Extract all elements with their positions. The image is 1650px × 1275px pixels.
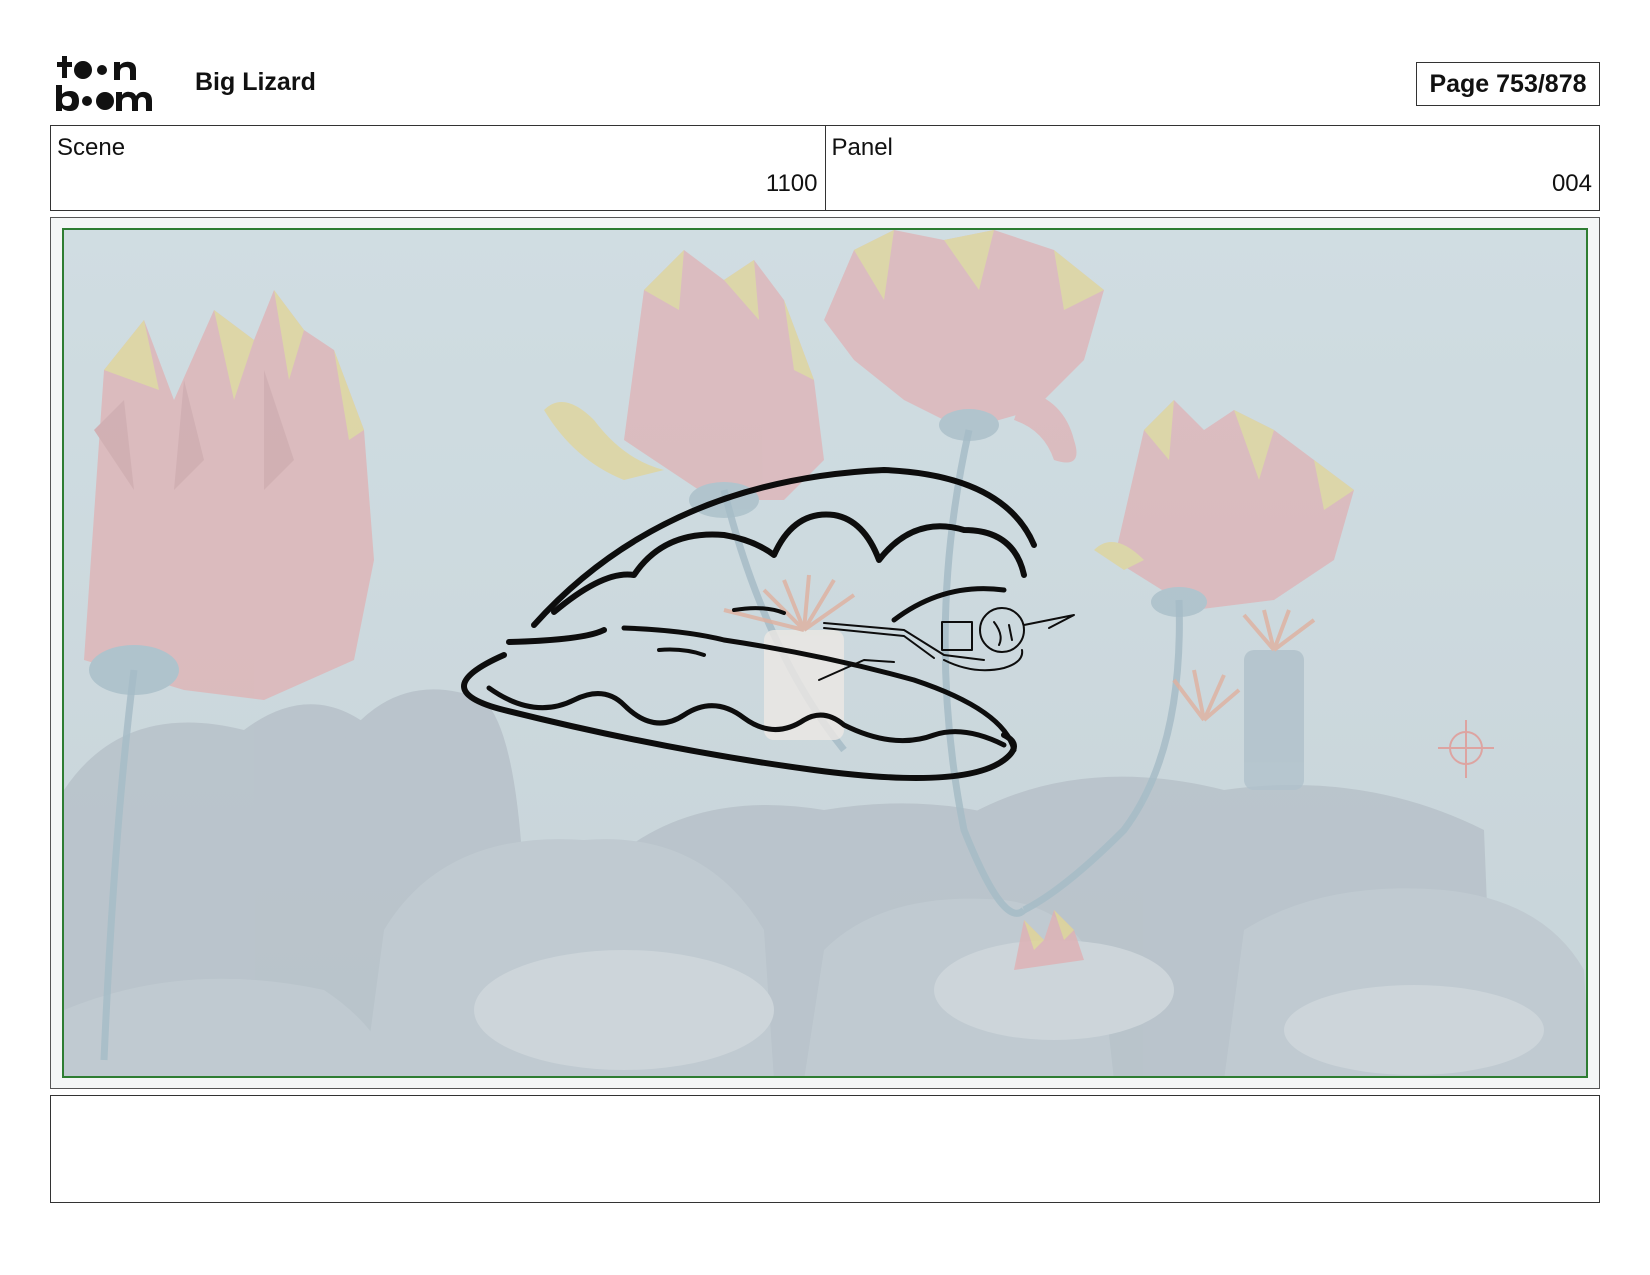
storyboard-frame — [50, 217, 1600, 1089]
panel-notes-box[interactable] — [50, 1095, 1600, 1203]
panel-cell: Panel 004 — [824, 126, 1600, 210]
toonboom-logo-icon — [56, 56, 152, 111]
scene-panel-info: Scene 1100 Panel 004 — [50, 125, 1600, 211]
scene-cell: Scene 1100 — [51, 126, 825, 210]
underwater-scene-illustration — [64, 230, 1586, 1076]
project-title: Big Lizard — [195, 68, 316, 96]
scene-number: 1100 — [765, 170, 818, 197]
panel-number: 004 — [1551, 170, 1592, 197]
page-indicator: Page 753/878 — [1416, 62, 1600, 106]
storyboard-image — [62, 228, 1588, 1078]
panel-label: Panel — [831, 134, 893, 161]
scene-label: Scene — [57, 134, 126, 161]
